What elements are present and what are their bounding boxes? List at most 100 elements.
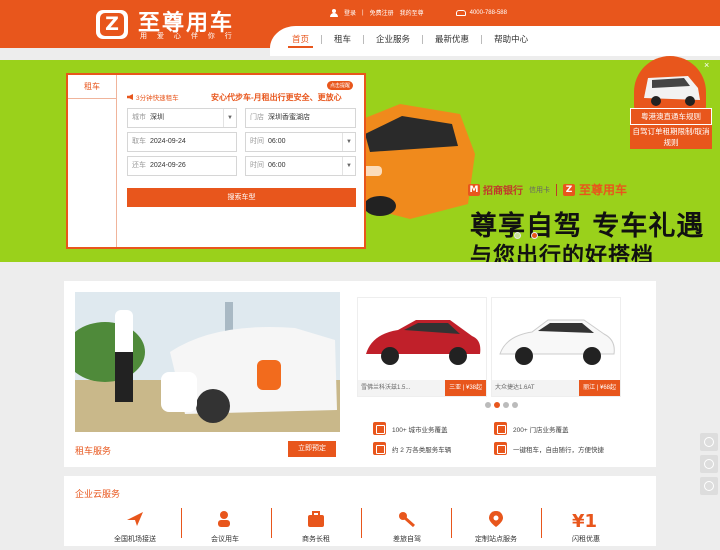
register-link[interactable]: 免费注册 — [370, 8, 394, 17]
slider-dot-active[interactable] — [494, 402, 500, 408]
pickup-date-label: 取车 — [132, 138, 146, 145]
quick-rent-label: 3分钟快速租车 — [136, 95, 179, 102]
svg-text:¥1: ¥1 — [572, 511, 597, 530]
phone-icon — [455, 9, 466, 16]
booking-form: 3分钟快速租车 安心代步车-月租出行更安全、更放心 点击提醒 城市 深圳 ▼ 门店… — [116, 75, 366, 247]
rental-section: 租车服务 立即预定 雪佛兰科沃兹1.5... 三亚 | ¥38起 大众捷达1.6… — [64, 281, 656, 467]
logo[interactable]: Z — [96, 10, 128, 39]
return-date-value: 2024-09-26 — [150, 162, 186, 169]
nav-rental[interactable]: 租车 — [322, 30, 363, 48]
ad-car-image — [634, 56, 706, 116]
side-toolbar — [700, 433, 718, 499]
enterprise-section: 企业云服务 全国机场接送 会议用车 商务长租 差旅自驾 定制站点服务 ¥1 闪租… — [64, 476, 656, 546]
store-select[interactable]: 门店 深圳香蜜湖店 — [245, 108, 356, 128]
van-icon — [644, 76, 700, 106]
car-card-1[interactable]: 雪佛兰科沃兹1.5... 三亚 | ¥38起 — [357, 297, 487, 397]
service-self-drive[interactable]: 差旅自驾 — [362, 510, 452, 550]
service-meeting[interactable]: 会议用车 — [180, 510, 270, 550]
service-label: 定制站点服务 — [475, 536, 517, 543]
reminder-badge[interactable]: 点击提醒 — [327, 81, 354, 90]
chevron-down-icon: ▼ — [342, 157, 355, 175]
my-account-link[interactable]: 我的至尊 — [400, 8, 424, 17]
slider-dot[interactable] — [503, 402, 509, 408]
car-price-tag: 三亚 | ¥38起 — [445, 380, 486, 396]
bank-name: 招商银行 — [483, 186, 523, 197]
service-long-lease[interactable]: 商务长租 — [271, 510, 361, 550]
user-icon — [330, 8, 338, 17]
nav-help[interactable]: 帮助中心 — [482, 30, 540, 48]
partner-divider — [556, 183, 557, 196]
car-card-2[interactable]: 大众捷达1.6AT 丽江 | ¥68起 — [491, 297, 621, 397]
tab-rental[interactable]: 租车 — [68, 75, 116, 99]
help-icon[interactable] — [700, 455, 718, 473]
slider-dot[interactable] — [485, 402, 491, 408]
top-icon[interactable] — [700, 477, 718, 495]
key-icon — [399, 512, 415, 528]
car-city: 丽江 — [583, 385, 596, 391]
car-price: ¥68起 — [599, 385, 616, 391]
login-link[interactable]: 登录 — [344, 8, 356, 17]
main-nav: 首页 租车 企业服务 最新优惠 帮助中心 — [280, 30, 540, 48]
brand-slogan: 用 爱 心 伴 你 行 — [140, 33, 236, 40]
quick-rent-title: 3分钟快速租车 — [127, 92, 179, 102]
banner-subheadline: 与您出行的好搭档 — [470, 244, 655, 262]
pickup-time-label: 时间 — [250, 138, 264, 145]
city-select[interactable]: 城市 深圳 ▼ — [127, 108, 237, 128]
phone: 4000-788-588 — [455, 9, 507, 16]
city-icon — [373, 422, 386, 435]
pickup-time-select[interactable]: 时间 06:00 ▼ — [245, 132, 356, 152]
bank-logo-icon: M — [468, 183, 480, 196]
meeting-icon — [218, 511, 230, 527]
chevron-down-icon: ▼ — [342, 133, 355, 151]
feature-text: 100+ 城市业务覆盖 — [392, 426, 448, 434]
service-icon[interactable] — [700, 433, 718, 451]
partner-logo-icon: Z — [563, 183, 575, 196]
service-flash-rent[interactable]: ¥1 闪租优惠 — [541, 510, 631, 550]
book-now-button[interactable]: 立即预定 — [288, 441, 336, 457]
city-label: 城市 — [132, 114, 146, 121]
service-label: 商务长租 — [302, 536, 330, 543]
ad-title[interactable]: 粤港澳直通车规则 — [630, 108, 712, 125]
pickup-date-value: 2024-09-24 — [150, 138, 186, 145]
banner-dots — [514, 232, 538, 239]
feature-text: 约 2 万各类服务车辆 — [392, 446, 452, 454]
search-car-button[interactable]: 搜索车型 — [127, 188, 356, 207]
enterprise-section-title: 企业云服务 — [75, 489, 121, 499]
return-time-value: 06:00 — [268, 162, 286, 169]
service-airport[interactable]: 全国机场接送 — [90, 510, 180, 550]
pickup-time-value: 06:00 — [268, 138, 286, 145]
store-label: 门店 — [250, 114, 264, 121]
link-divider: | — [362, 9, 364, 16]
store-icon — [494, 422, 507, 435]
briefcase-icon — [308, 511, 324, 527]
key-icon — [494, 442, 507, 455]
nav-home[interactable]: 首页 — [280, 30, 321, 48]
feature-cities: 100+ 城市业务覆盖 — [373, 422, 447, 435]
return-time-select[interactable]: 时间 06:00 ▼ — [245, 156, 356, 176]
location-pin-icon — [489, 511, 503, 527]
return-date-input[interactable]: 还车 2024-09-26 — [127, 156, 237, 176]
chevron-down-icon: ▼ — [223, 109, 236, 127]
close-icon[interactable]: × — [704, 60, 709, 70]
service-custom-site[interactable]: 定制站点服务 — [451, 510, 541, 550]
floating-ad[interactable]: × 粤港澳直通车规则 自驾订单租期限制/取消规则 — [630, 52, 712, 158]
pickup-date-input[interactable]: 取车 2024-09-24 — [127, 132, 237, 152]
return-time-label: 时间 — [250, 162, 264, 169]
slider-dot[interactable] — [512, 402, 518, 408]
nav-enterprise[interactable]: 企业服务 — [364, 30, 422, 48]
service-label: 差旅自驾 — [393, 536, 421, 543]
store-value: 深圳香蜜湖店 — [268, 114, 310, 121]
city-value: 深圳 — [150, 114, 164, 121]
ad-subtitle[interactable]: 自驾订单租期限制/取消规则 — [630, 125, 712, 149]
feature-text: 200+ 门店业务覆盖 — [513, 426, 569, 434]
feature-text: 一键租车，自由随行，方便快捷 — [513, 446, 604, 454]
booking-panel: 租车 3分钟快速租车 安心代步车-月租出行更安全、更放心 点击提醒 城市 深圳 ▼… — [66, 73, 366, 249]
bank-partner: M 招商银行 信用卡 Z 至尊用车 — [468, 181, 627, 198]
service-label: 全国机场接送 — [114, 536, 156, 543]
nav-offers[interactable]: 最新优惠 — [423, 30, 481, 48]
banner-dot[interactable] — [514, 232, 521, 239]
car-image-white — [499, 319, 615, 365]
header: Z 至尊用车 用 爱 心 伴 你 行 登录 | 免费注册 我的至尊 4000-7… — [0, 0, 720, 56]
promo-text[interactable]: 安心代步车-月租出行更安全、更放心 — [211, 92, 342, 103]
banner-dot-active[interactable] — [531, 232, 538, 239]
